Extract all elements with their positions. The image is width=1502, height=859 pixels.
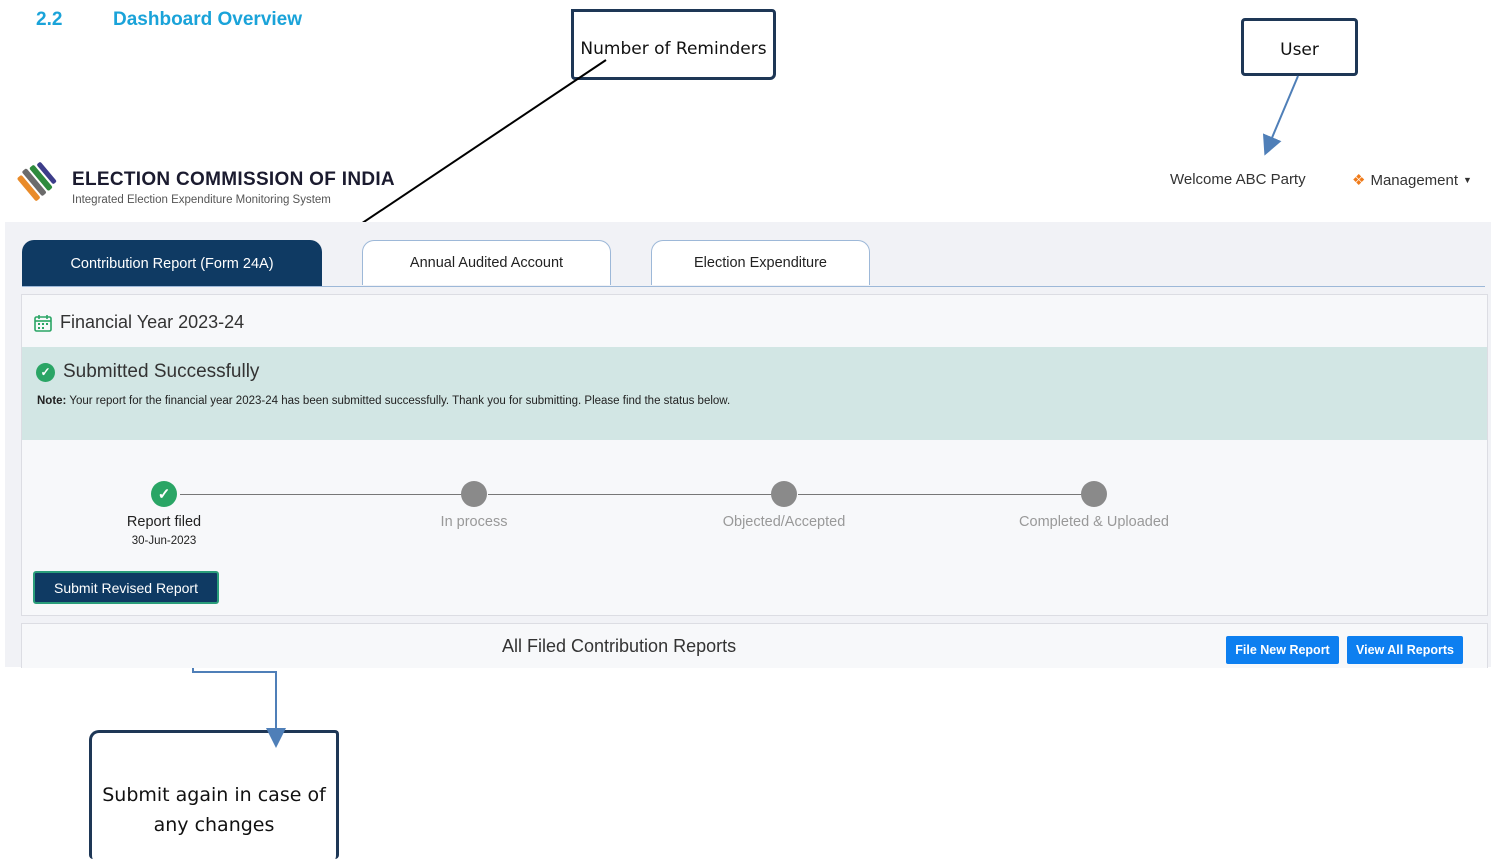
submit-revised-report-button[interactable]: Submit Revised Report — [33, 571, 219, 604]
tab-annual-audited-account[interactable]: Annual Audited Account — [362, 240, 611, 285]
view-all-reports-button[interactable]: View All Reports — [1347, 636, 1463, 664]
alert-title: Submitted Successfully — [63, 361, 260, 382]
step-label-report-filed: Report filed — [126, 514, 202, 530]
note-prefix: Note: — [37, 395, 67, 407]
callout-reminders-text: Number of Reminders — [580, 39, 767, 59]
section-number: 2.2 — [36, 9, 63, 30]
alert-note: Note: Your report for the financial year… — [37, 395, 730, 407]
cubes-icon: ❖ — [1352, 172, 1366, 189]
step-label-completed-uploaded: Completed & Uploaded — [1019, 514, 1169, 530]
step-date: 30-Jun-2023 — [131, 535, 197, 547]
alert-heading: ✓ Submitted Successfully — [36, 361, 259, 383]
dashboard-panel: Contribution Report (Form 24A) Annual Au… — [5, 222, 1491, 668]
financial-year-label: Financial Year 2023-24 — [60, 312, 245, 332]
callout-user: User — [1241, 18, 1358, 76]
filed-reports-title: All Filed Contribution Reports — [502, 636, 737, 656]
note-text: Your report for the financial year 2023-… — [66, 395, 731, 407]
step-pending-dot — [461, 481, 487, 507]
org-subtitle: Integrated Election Expenditure Monitori… — [72, 194, 331, 206]
financial-year-card: Financial Year 2023-24 ✓ Submitted Succe… — [21, 294, 1488, 616]
callout-reminders: Number of Reminders — [571, 9, 776, 80]
eci-logo-icon — [17, 162, 57, 201]
tab-label: Election Expenditure — [694, 255, 827, 271]
file-new-report-button[interactable]: File New Report — [1226, 636, 1339, 664]
app-screenshot: ELECTION COMMISSION OF INDIA Integrated … — [0, 150, 1502, 668]
tab-label: Contribution Report (Form 24A) — [70, 255, 274, 272]
management-menu-label: Management — [1370, 171, 1459, 189]
step-pending-dot — [1081, 481, 1107, 507]
tab-election-expenditure[interactable]: Election Expenditure — [651, 240, 870, 285]
chevron-down-icon: ▼ — [1463, 175, 1472, 185]
tab-contribution-report[interactable]: Contribution Report (Form 24A) — [22, 240, 322, 286]
callout-resubmit: Submit again in case of any changes — [89, 730, 339, 859]
management-menu[interactable]: ❖ Management ▼ — [1352, 171, 1472, 190]
filed-reports-header: All Filed Contribution Reports File New … — [21, 623, 1488, 668]
check-circle-icon: ✓ — [36, 362, 55, 382]
document-section-heading: 2.2 Dashboard Overview — [36, 9, 302, 31]
status-stepper: ✓ Report filed 30-Jun-2023 In process Ob… — [22, 480, 1487, 560]
step-connector — [180, 494, 462, 495]
section-title: Dashboard Overview — [113, 9, 303, 30]
financial-year-header: Financial Year 2023-24 — [34, 312, 244, 333]
tab-label: Annual Audited Account — [409, 255, 564, 271]
report-tabs: Contribution Report (Form 24A) Annual Au… — [22, 240, 1485, 287]
callout-user-text: User — [1280, 40, 1319, 60]
step-pending-dot — [771, 481, 797, 507]
success-alert: ✓ Submitted Successfully Note: Your repo… — [22, 347, 1487, 440]
step-label-in-process: In process — [440, 514, 508, 530]
welcome-user: Welcome ABC Party — [1170, 171, 1306, 188]
step-connector — [488, 494, 772, 495]
step-label-objected-accepted: Objected/Accepted — [722, 514, 846, 530]
callout-resubmit-text: Submit again in case of any changes — [102, 784, 326, 836]
org-title: ELECTION COMMISSION OF INDIA — [72, 169, 395, 190]
arrow-user — [1262, 75, 1299, 156]
calendar-icon — [34, 314, 52, 332]
step-done-check-icon: ✓ — [151, 481, 177, 507]
step-connector — [798, 494, 1082, 495]
